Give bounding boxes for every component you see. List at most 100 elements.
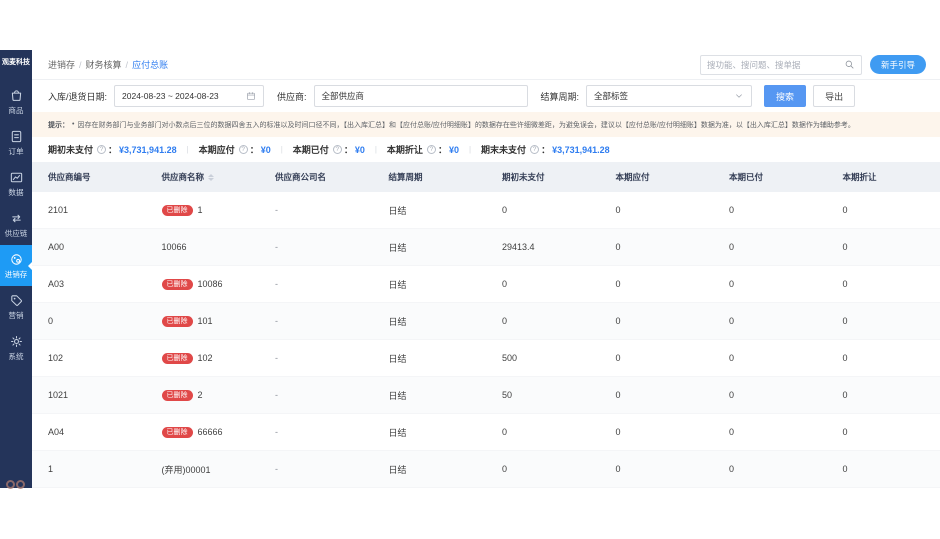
cell-settle-cycle: 日结 bbox=[373, 315, 487, 328]
cell-supplier-code: 2101 bbox=[32, 205, 146, 215]
table-row: 1021已删除2-日结50000 bbox=[32, 377, 940, 414]
supplier-name-text: 1 bbox=[198, 205, 203, 215]
table-row: A0010066-日结29413.4000 bbox=[32, 229, 940, 266]
help-icon[interactable]: ? bbox=[427, 145, 436, 154]
column-header-opening-unpaid: 期初未支付 bbox=[486, 171, 600, 183]
sidebar-item-system[interactable]: 系统 bbox=[0, 327, 32, 368]
column-header-label: 期初未支付 bbox=[502, 171, 545, 183]
breadcrumb-item[interactable]: 财务核算 bbox=[86, 58, 122, 71]
notice-bar: 提示： • 因存在财务部门与业务部门对小数点后三位的数据四舍五入的标准以及时间口… bbox=[32, 112, 940, 137]
cell-paid: 0 bbox=[713, 464, 827, 474]
cell-payable: 0 bbox=[600, 279, 714, 289]
table-body: 2101已删除1-日结0000A0010066-日结29413.4000A03已… bbox=[32, 192, 940, 488]
order-icon bbox=[9, 129, 24, 144]
sidebar-item-label: 订单 bbox=[8, 146, 23, 156]
stat-item: 本期应付?：¥0 bbox=[177, 143, 271, 156]
cell-discount: 0 bbox=[827, 427, 940, 437]
cell-discount: 0 bbox=[827, 464, 940, 474]
search-button[interactable]: 搜索 bbox=[764, 85, 806, 107]
cell-company-name: - bbox=[259, 242, 373, 252]
sidebar-item-data[interactable]: 数据 bbox=[0, 163, 32, 204]
date-range-input[interactable]: 2024-08-23 ~ 2024-08-23 bbox=[114, 85, 264, 107]
cell-supplier-name: 已删除1 bbox=[146, 205, 260, 216]
sidebar-item-marketing[interactable]: 营销 bbox=[0, 286, 32, 327]
column-header-label: 本期已付 bbox=[729, 171, 763, 183]
cell-settle-cycle: 日结 bbox=[373, 352, 487, 365]
column-header-label: 本期折让 bbox=[843, 171, 877, 183]
column-header-label: 供应商编号 bbox=[48, 171, 91, 183]
table-row: A03已删除10086-日结0000 bbox=[32, 266, 940, 303]
cell-supplier-name: 已删除66666 bbox=[146, 427, 260, 438]
search-input[interactable] bbox=[707, 60, 844, 70]
supplier-value: 全部供应商 bbox=[322, 90, 365, 102]
help-icon[interactable]: ? bbox=[530, 145, 539, 154]
supplier-input[interactable]: 全部供应商 bbox=[314, 85, 528, 107]
column-header-company-name: 供应商公司名 bbox=[259, 171, 373, 183]
cell-paid: 0 bbox=[713, 390, 827, 400]
cell-discount: 0 bbox=[827, 205, 940, 215]
filter-bar: 入库/退货日期: 2024-08-23 ~ 2024-08-23 供应商: 全部… bbox=[32, 80, 940, 112]
chevron-down-icon bbox=[734, 91, 744, 101]
stat-colon: ： bbox=[108, 143, 117, 156]
stat-item: 期末未支付?：¥3,731,941.28 bbox=[459, 143, 610, 156]
sidebar-item-goods[interactable]: 商品 bbox=[0, 81, 32, 122]
topbar-right: 新手引导 bbox=[700, 55, 926, 75]
cell-company-name: - bbox=[259, 390, 373, 400]
help-icon[interactable]: ? bbox=[333, 145, 342, 154]
column-header-supplier-code: 供应商编号 bbox=[32, 171, 146, 183]
app-logo: 观麦科技 bbox=[1, 50, 31, 71]
global-search-box[interactable] bbox=[700, 55, 862, 75]
column-header-label: 供应商公司名 bbox=[275, 171, 326, 183]
deleted-badge: 已删除 bbox=[162, 279, 193, 290]
supplier-name-text: 10086 bbox=[198, 279, 223, 289]
cell-company-name: - bbox=[259, 353, 373, 363]
help-icon[interactable]: ? bbox=[97, 145, 106, 154]
search-icon[interactable] bbox=[844, 59, 855, 70]
supplier-name-text: (弃用)00001 bbox=[162, 463, 211, 476]
deleted-badge: 已删除 bbox=[162, 427, 193, 438]
cell-payable: 0 bbox=[600, 205, 714, 215]
help-icon[interactable]: ? bbox=[239, 145, 248, 154]
column-header-payable: 本期应付 bbox=[600, 171, 714, 183]
sidebar-item-supply-chain[interactable]: 供应链 bbox=[0, 204, 32, 245]
cell-paid: 0 bbox=[713, 242, 827, 252]
sidebar-item-label: 进销存 bbox=[5, 269, 28, 279]
column-header-label: 供应商名称 bbox=[162, 171, 205, 183]
guide-button[interactable]: 新手引导 bbox=[870, 55, 926, 74]
cycle-filter-label: 结算周期: bbox=[541, 90, 580, 103]
inventory-icon bbox=[9, 252, 24, 267]
cell-payable: 0 bbox=[600, 316, 714, 326]
cell-opening-unpaid: 0 bbox=[486, 427, 600, 437]
column-header-supplier-name[interactable]: 供应商名称 bbox=[146, 171, 260, 183]
sort-icon[interactable] bbox=[208, 174, 214, 181]
column-header-paid: 本期已付 bbox=[713, 171, 827, 183]
cell-settle-cycle: 日结 bbox=[373, 463, 487, 476]
breadcrumb-item[interactable]: 应付总账 bbox=[132, 58, 168, 71]
cell-paid: 0 bbox=[713, 427, 827, 437]
breadcrumb: 进销存/财务核算/应付总账 bbox=[48, 58, 168, 71]
breadcrumb-item[interactable]: 进销存 bbox=[48, 58, 75, 71]
table-row: 0已删除101-日结0000 bbox=[32, 303, 940, 340]
export-button[interactable]: 导出 bbox=[813, 85, 855, 107]
sidebar-item-orders[interactable]: 订单 bbox=[0, 122, 32, 163]
calendar-icon bbox=[246, 91, 256, 101]
stat-value: ¥0 bbox=[449, 145, 459, 155]
cell-paid: 0 bbox=[713, 316, 827, 326]
cycle-select[interactable]: 全部标签 bbox=[586, 85, 752, 107]
sidebar-item-inventory[interactable]: 进销存 bbox=[0, 245, 32, 286]
cell-opening-unpaid: 0 bbox=[486, 316, 600, 326]
cell-discount: 0 bbox=[827, 242, 940, 252]
tag-icon bbox=[9, 293, 24, 308]
cell-opening-unpaid: 0 bbox=[486, 205, 600, 215]
cell-supplier-code: A03 bbox=[32, 279, 146, 289]
stat-colon: ： bbox=[344, 143, 353, 156]
supplier-name-text: 101 bbox=[198, 316, 213, 326]
cell-supplier-code: 1021 bbox=[32, 390, 146, 400]
cell-settle-cycle: 日结 bbox=[373, 241, 487, 254]
chart-icon bbox=[9, 170, 24, 185]
cell-opening-unpaid: 0 bbox=[486, 279, 600, 289]
sidebar-item-label: 数据 bbox=[8, 187, 23, 197]
floating-widget-partial[interactable] bbox=[6, 480, 25, 489]
topbar: 进销存/财务核算/应付总账 新手引导 bbox=[32, 50, 940, 80]
table-header-row: 供应商编号供应商名称供应商公司名结算周期期初未支付本期应付本期已付本期折让 bbox=[32, 162, 940, 192]
